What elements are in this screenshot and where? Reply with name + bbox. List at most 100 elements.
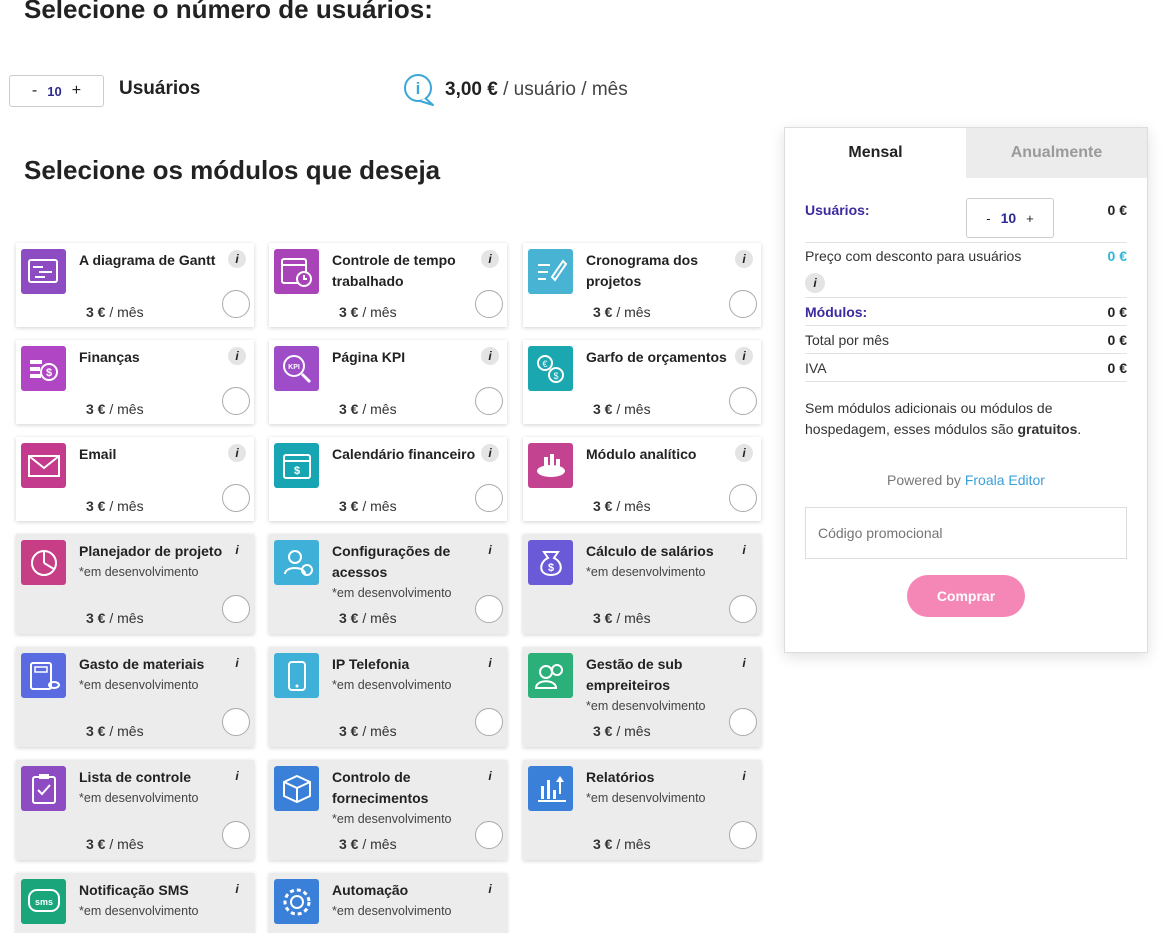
info-icon[interactable]: i	[481, 250, 499, 268]
module-card[interactable]: A diagrama de Gantt i 3 € / mês	[16, 243, 254, 327]
box-icon	[274, 766, 319, 811]
tab-monthly[interactable]: Mensal	[785, 128, 966, 178]
increment-button[interactable]: +	[72, 82, 81, 100]
svg-text:$: $	[547, 562, 553, 574]
module-card[interactable]: Lista de controle *em desenvolvimento i 3 €…	[16, 760, 254, 860]
info-icon[interactable]: i	[735, 654, 753, 672]
module-card[interactable]: IP Telefonia *em desenvolvimento i 3 € / mê…	[269, 647, 507, 747]
summary-increment-button[interactable]: +	[1026, 211, 1034, 226]
info-icon[interactable]: i	[481, 347, 499, 365]
module-name: Planejador de projeto *em desenvolvimento	[79, 541, 229, 582]
info-icon[interactable]: i	[228, 767, 246, 785]
email-icon	[21, 443, 66, 488]
module-card[interactable]: Controle de tempo trabalhado i 3 € / mês	[269, 243, 507, 327]
info-icon[interactable]: i	[735, 250, 753, 268]
info-icon[interactable]: i	[735, 444, 753, 462]
info-icon[interactable]: i	[481, 444, 499, 462]
module-name: Relatórios *em desenvolvimento	[586, 767, 736, 808]
discount-info-icon[interactable]: i	[805, 273, 825, 293]
info-icon[interactable]: i	[481, 767, 499, 785]
svg-text:€: €	[542, 359, 547, 369]
buy-button[interactable]: Comprar	[907, 575, 1025, 617]
module-card[interactable]: KPI Página KPI i 3 € / mês	[269, 340, 507, 424]
select-checkbox[interactable]	[475, 290, 503, 318]
select-checkbox[interactable]	[222, 708, 250, 736]
select-checkbox[interactable]	[222, 290, 250, 318]
summary-users-count[interactable]: 10	[1001, 210, 1017, 226]
module-card[interactable]: Gasto de materiais *em desenvolvimento i 3 …	[16, 647, 254, 747]
access-settings-icon	[274, 540, 319, 585]
select-checkbox[interactable]	[475, 821, 503, 849]
sms-icon: sms	[21, 879, 66, 924]
module-price: 3 € / mês	[86, 401, 144, 417]
module-card[interactable]: Configurações de acessos *em desenvolvime…	[269, 534, 507, 634]
select-checkbox[interactable]	[729, 821, 757, 849]
info-icon[interactable]: i	[481, 880, 499, 898]
info-icon[interactable]: i	[481, 541, 499, 559]
module-price: 3 € / mês	[86, 498, 144, 514]
price-per-user: i 3,00 € / usuário / mês	[403, 73, 628, 107]
select-checkbox[interactable]	[729, 387, 757, 415]
tab-yearly[interactable]: Anualmente	[966, 128, 1147, 178]
module-card[interactable]: $ Finanças i 3 € / mês	[16, 340, 254, 424]
select-checkbox[interactable]	[475, 387, 503, 415]
users-stepper[interactable]: - 10 +	[9, 75, 104, 107]
module-price: 3 € / mês	[593, 836, 651, 852]
info-icon[interactable]: i	[735, 541, 753, 559]
info-icon[interactable]: i	[228, 347, 246, 365]
select-checkbox[interactable]	[475, 708, 503, 736]
promo-code-input[interactable]	[805, 507, 1127, 559]
info-icon[interactable]: i	[228, 654, 246, 672]
info-icon[interactable]: i	[481, 654, 499, 672]
summary-users-stepper[interactable]: - 10 +	[966, 198, 1054, 238]
select-checkbox[interactable]	[475, 484, 503, 512]
select-checkbox[interactable]	[222, 821, 250, 849]
select-checkbox[interactable]	[222, 595, 250, 623]
time-tracking-icon	[274, 249, 319, 294]
module-card[interactable]: $ Calendário financeiro i 3 € / mês	[269, 437, 507, 521]
module-card[interactable]: Automação*em desenvolvimentoi3 € / mês	[269, 873, 507, 933]
module-card[interactable]: Gestão de sub empreiteiros *em desenvolvi…	[523, 647, 761, 747]
module-price: 3 € / mês	[593, 723, 651, 739]
info-icon[interactable]: i	[228, 250, 246, 268]
info-icon[interactable]: i	[735, 347, 753, 365]
module-price: 3 € / mês	[339, 401, 397, 417]
checklist-icon	[21, 766, 66, 811]
module-card[interactable]: smsNotificação SMS*em desenvolvimentoi3 …	[16, 873, 254, 933]
info-icon[interactable]: i	[228, 444, 246, 462]
price-unit: / usuário / mês	[497, 79, 628, 100]
select-checkbox[interactable]	[222, 484, 250, 512]
decrement-button[interactable]: -	[32, 82, 37, 100]
kpi-icon: KPI	[274, 346, 319, 391]
module-card[interactable]: € $ Garfo de orçamentos i 3 € / mês	[523, 340, 761, 424]
module-name: A diagrama de Gantt	[79, 252, 216, 268]
discount-row: Preço com desconto para usuários 0 €	[805, 248, 1127, 264]
select-checkbox[interactable]	[729, 595, 757, 623]
info-bubble-icon[interactable]: i	[403, 73, 435, 107]
select-checkbox[interactable]	[729, 484, 757, 512]
module-name: Finanças	[79, 349, 140, 365]
module-card[interactable]: $ Cálculo de salários *em desenvolvimento i…	[523, 534, 761, 634]
module-card[interactable]: Módulo analítico i 3 € / mês	[523, 437, 761, 521]
summary-decrement-button[interactable]: -	[986, 211, 990, 226]
info-icon[interactable]: i	[735, 767, 753, 785]
users-count[interactable]: 10	[47, 84, 61, 99]
froala-link[interactable]: Froala Editor	[965, 472, 1045, 488]
select-checkbox[interactable]	[222, 387, 250, 415]
module-card[interactable]: Email i 3 € / mês	[16, 437, 254, 521]
module-card[interactable]: Cronograma dos projetos i 3 € / mês	[523, 243, 761, 327]
module-name: Módulo analítico	[586, 446, 697, 462]
module-card[interactable]: Controlo de fornecimentos *em desenvolvim…	[269, 760, 507, 860]
free-modules-note: Sem módulos adicionais ou módulos de hos…	[805, 400, 1082, 437]
select-checkbox[interactable]	[475, 595, 503, 623]
modules-section-title: Selecione os módulos que deseja	[24, 155, 441, 185]
info-icon[interactable]: i	[228, 541, 246, 559]
users-section-title: Selecione o número de usuários:	[24, 0, 433, 24]
module-card[interactable]: Planejador de projeto *em desenvolvimento…	[16, 534, 254, 634]
info-icon[interactable]: i	[228, 880, 246, 898]
svg-text:$: $	[293, 465, 299, 477]
module-card[interactable]: Relatórios *em desenvolvimento i 3 € / mês	[523, 760, 761, 860]
select-checkbox[interactable]	[729, 708, 757, 736]
select-checkbox[interactable]	[729, 290, 757, 318]
module-name: Automação *em desenvolvimento	[332, 880, 482, 921]
